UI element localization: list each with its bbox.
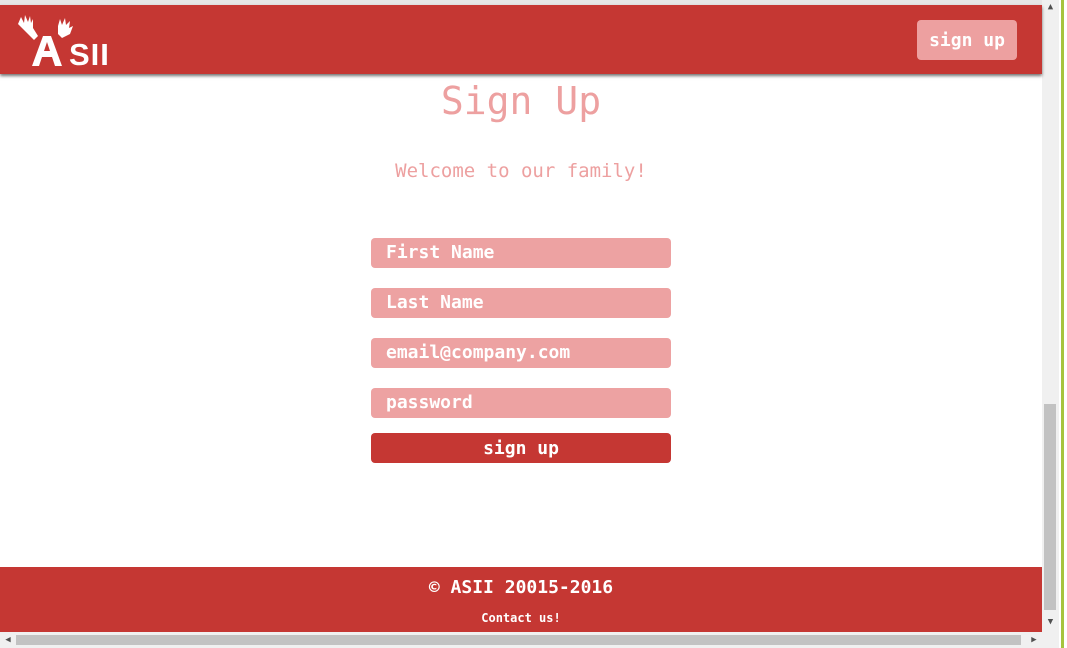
vertical-scrollbar[interactable]: ▲ ▼ [1042, 0, 1059, 632]
arrow-right-icon[interactable]: ▶ [1026, 632, 1042, 648]
first-name-input[interactable] [371, 238, 671, 268]
vertical-scroll-thumb[interactable] [1044, 404, 1056, 610]
copyright-text: © ASII 20015-2016 [428, 577, 614, 598]
arrow-up-icon[interactable]: ▲ [1042, 0, 1059, 15]
asii-logo[interactable]: SII [16, 14, 116, 72]
hands-logo-icon [18, 15, 73, 66]
scrollbar-corner [1042, 632, 1059, 648]
welcome-message: Welcome to our family! [395, 160, 647, 182]
logo-text: SII [69, 37, 110, 72]
email-input[interactable] [371, 338, 671, 368]
page-title: Sign Up [440, 79, 602, 123]
window-right-edge [1059, 0, 1067, 648]
site-header: SII sign up [0, 5, 1042, 74]
horizontal-scrollbar[interactable]: ◀ ▶ [0, 632, 1042, 648]
arrow-down-icon[interactable]: ▼ [1042, 615, 1059, 630]
contact-link[interactable]: Contact us! [0, 610, 1042, 626]
header-signup-button[interactable]: sign up [917, 20, 1017, 60]
window-border-line [1061, 0, 1064, 648]
last-name-input[interactable] [371, 288, 671, 318]
arrow-left-icon[interactable]: ◀ [0, 632, 16, 648]
password-input[interactable] [371, 388, 671, 418]
site-footer: © ASII 20015-2016 Contact us! [0, 567, 1042, 632]
signup-submit-button[interactable]: sign up [371, 433, 671, 463]
horizontal-scroll-thumb[interactable] [16, 635, 1021, 645]
